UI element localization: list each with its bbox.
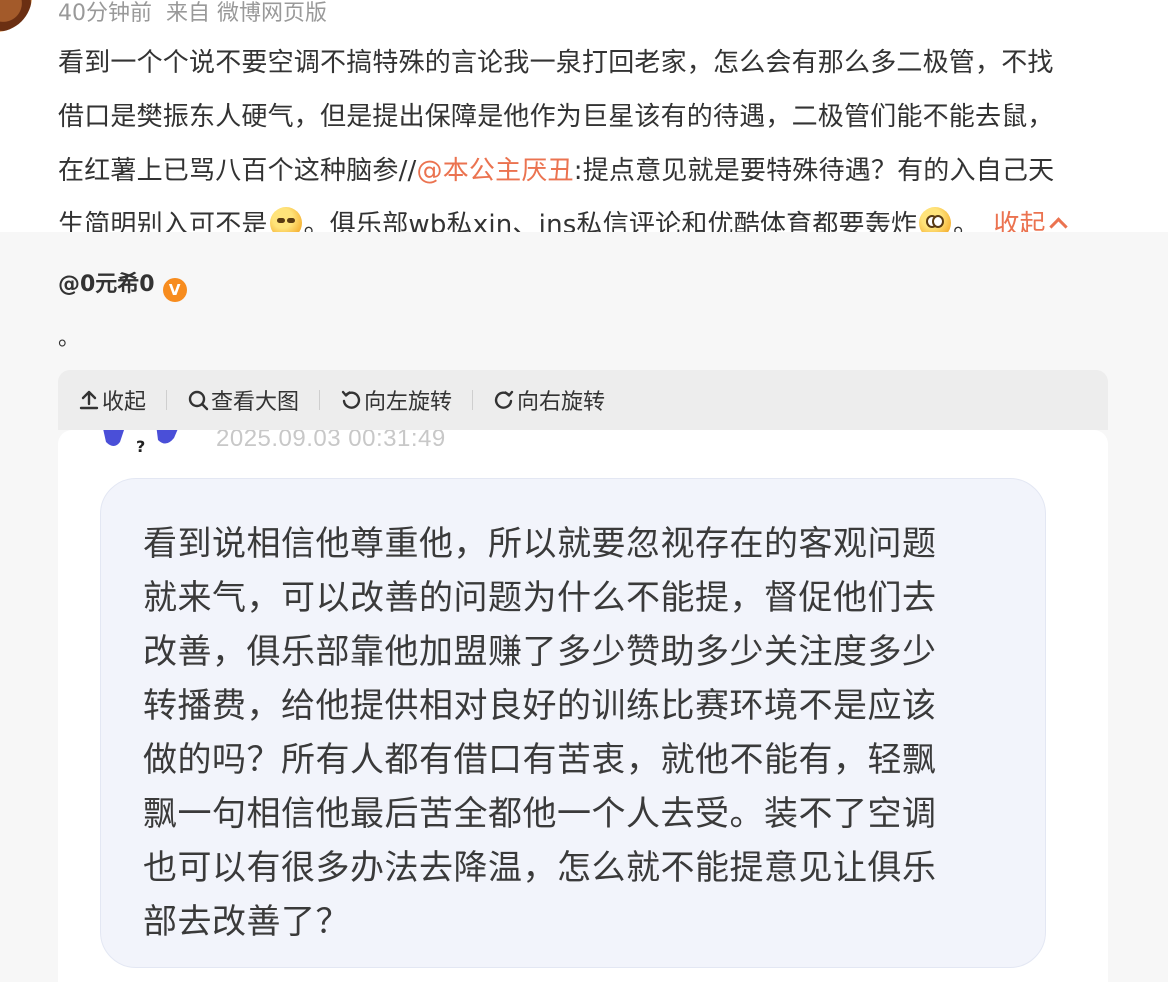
chat-avatar-icon: ? bbox=[103, 430, 178, 454]
post-text-segment: 在红薯上已骂八百个这种脑参// bbox=[58, 156, 417, 186]
rotate-left-icon bbox=[341, 390, 361, 409]
post-content: 看到一个个说不要空调不搞特殊的言论我一泉打回老家，怎么会有那么多二极管，不找 借… bbox=[58, 36, 1138, 252]
rotate-right-button[interactable]: 向右旋转 bbox=[493, 384, 605, 416]
rotate-right-label: 向右旋转 bbox=[517, 390, 606, 415]
image-toolbar: 收起 查看大图 向左旋转 向右旋转 bbox=[58, 370, 1108, 430]
post-line: 看到一个个说不要空调不搞特殊的言论我一泉打回老家，怎么会有那么多二极管，不找 bbox=[58, 48, 1054, 78]
view-large-image-button[interactable]: 查看大图 bbox=[187, 384, 299, 416]
repost-container: @0元希0 V 。 收起 查看大图 向左旋转 向右旋转 ? 2025.09.03… bbox=[0, 232, 1168, 982]
bubble-line: 改善，俱乐部靠他加盟赚了多少赞助多少关注度多少 bbox=[143, 632, 937, 672]
toolbar-divider bbox=[319, 390, 321, 410]
collapse-image-label: 收起 bbox=[102, 390, 147, 415]
bubble-line: 转播费，给他提供相对良好的训练比赛环境不是应该 bbox=[143, 686, 937, 726]
repost-author-name[interactable]: @0元希0 bbox=[58, 272, 155, 297]
bubble-line: 做的吗？所有人都有借口有苦衷，就他不能有，轻飘 bbox=[143, 740, 937, 780]
toolbar-divider bbox=[472, 390, 474, 410]
bubble-line: 也可以有很多办法去降温，怎么就不能提意见让俱乐 bbox=[143, 848, 937, 888]
repost-author: @0元希0 V bbox=[58, 270, 187, 302]
view-large-image-label: 查看大图 bbox=[211, 390, 300, 415]
svg-text:?: ? bbox=[136, 437, 145, 454]
message-bubble: 看到说相信他尊重他，所以就要忽视存在的客观问题 就来气，可以改善的问题为什么不能… bbox=[100, 478, 1046, 968]
upload-arrow-icon bbox=[79, 390, 99, 410]
bubble-line: 部去改善了？ bbox=[143, 902, 350, 942]
author-avatar[interactable] bbox=[0, 0, 32, 32]
bubble-line: 飘一句相信他最后苦全都他一个人去受。装不了空调 bbox=[143, 794, 937, 834]
repost-text: 。 bbox=[58, 326, 81, 351]
post-time[interactable]: 40分钟前 bbox=[58, 1, 152, 26]
post-source: 来自 微博网页版 bbox=[166, 1, 327, 26]
verified-badge-icon: V bbox=[162, 278, 187, 302]
post-meta: 40分钟前 来自 微博网页版 bbox=[58, 0, 327, 28]
expanded-image[interactable]: ? 2025.09.03 00:31:49 看到说相信他尊重他，所以就要忽视存在… bbox=[58, 430, 1108, 982]
toolbar-divider bbox=[166, 390, 168, 410]
post-line: 借口是樊振东人硬气，但是提出保障是他作为巨星该有的待遇，二极管们能不能去鼠， bbox=[58, 102, 1054, 132]
rotate-left-button[interactable]: 向左旋转 bbox=[340, 384, 452, 416]
rotate-left-label: 向左旋转 bbox=[364, 390, 453, 415]
post-line: 在红薯上已骂八百个这种脑参//@本公主厌丑:提点意见就是要特殊待遇？有的入自己天 bbox=[58, 144, 1138, 198]
bubble-line: 就来气，可以改善的问题为什么不能提，督促他们去 bbox=[143, 578, 937, 618]
collapse-image-button[interactable]: 收起 bbox=[78, 384, 146, 416]
search-icon bbox=[188, 390, 209, 411]
post-text-segment: :提点意见就是要特殊待遇？有的入自己天 bbox=[573, 156, 1055, 186]
bubble-line: 看到说相信他尊重他，所以就要忽视存在的客观问题 bbox=[143, 524, 937, 564]
rotate-right-icon bbox=[494, 390, 514, 409]
mention-link[interactable]: @本公主厌丑 bbox=[417, 156, 574, 186]
image-timestamp: 2025.09.03 00:31:49 bbox=[216, 430, 446, 452]
